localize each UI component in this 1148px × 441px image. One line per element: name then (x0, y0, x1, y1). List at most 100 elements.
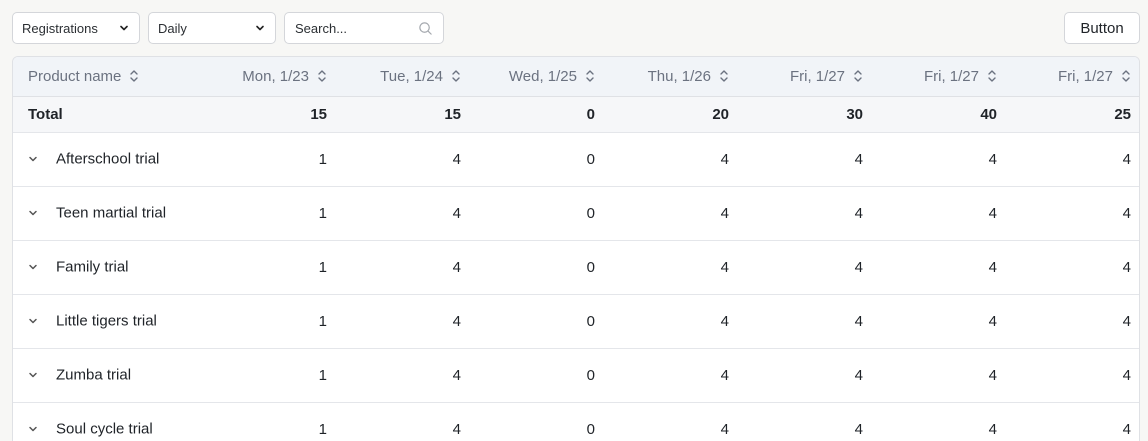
expand-row-button[interactable] (28, 263, 46, 271)
value-cell: 4 (873, 186, 1007, 241)
chevron-down-icon (29, 373, 37, 378)
search-icon[interactable] (418, 21, 433, 36)
value-cell: 4 (1007, 402, 1139, 441)
value-cell: 4 (739, 132, 873, 187)
product-name-cell: Soul cycle trial (13, 402, 203, 441)
value-cell: 1 (203, 186, 337, 241)
value-cell: 0 (471, 402, 605, 441)
value-cell: 4 (873, 348, 1007, 403)
value-cell: 4 (605, 402, 739, 441)
sort-icon (586, 70, 594, 82)
value-cell: 1 (203, 402, 337, 441)
product-name: Afterschool trial (56, 150, 160, 168)
chevron-down-icon (256, 25, 264, 31)
metric-select-value: Registrations (22, 20, 98, 36)
value-cell: 0 (471, 186, 605, 241)
value-cell: 0 (471, 240, 605, 295)
table-row[interactable]: Family trial 1 4 0 4 4 4 4 (13, 240, 1139, 295)
toolbar: Registrations Daily Button (12, 12, 1140, 44)
value-cell: 1 (203, 348, 337, 403)
product-name: Family trial (56, 258, 129, 276)
value-cell: 4 (739, 294, 873, 349)
sort-icon (130, 70, 139, 82)
value-cell: 4 (873, 132, 1007, 187)
total-value: 15 (203, 96, 337, 133)
metric-select[interactable]: Registrations (12, 12, 140, 44)
column-header-day[interactable]: Fri, 1/27 (1007, 57, 1139, 97)
column-header-label: Thu, 1/26 (647, 67, 711, 85)
value-cell: 1 (203, 132, 337, 187)
value-cell: 4 (1007, 348, 1139, 403)
column-header-label: Fri, 1/27 (789, 67, 845, 85)
column-header-label: Fri, 1/27 (923, 67, 979, 85)
sort-icon (854, 70, 862, 82)
column-header-label: Fri, 1/27 (1057, 67, 1113, 85)
value-cell: 4 (337, 294, 471, 349)
data-table: Product name Mon, 1/23 Tue, 1/24 Wed, 1/25… (12, 56, 1140, 441)
table-row[interactable]: Afterschool trial 1 4 0 4 4 4 4 (13, 132, 1139, 187)
column-header-day[interactable]: Wed, 1/25 (471, 57, 605, 97)
product-name: Teen martial trial (56, 204, 167, 222)
sort-icon (452, 70, 460, 82)
expand-row-button[interactable] (28, 371, 46, 379)
table-row[interactable]: Zumba trial 1 4 0 4 4 4 4 (13, 348, 1139, 403)
total-value: 20 (605, 96, 739, 133)
value-cell: 4 (1007, 186, 1139, 241)
value-cell: 1 (203, 240, 337, 295)
total-value: 40 (873, 96, 1007, 133)
value-cell: 4 (337, 186, 471, 241)
product-name: Zumba trial (56, 366, 132, 384)
product-name-cell: Zumba trial (13, 348, 203, 403)
product-name-cell: Family trial (13, 240, 203, 295)
table-row[interactable]: Teen martial trial 1 4 0 4 4 4 4 (13, 186, 1139, 241)
total-value: 0 (471, 96, 605, 133)
value-cell: 4 (337, 240, 471, 295)
expand-row-button[interactable] (28, 425, 46, 433)
column-header-label: Tue, 1/24 (380, 67, 443, 85)
value-cell: 4 (739, 186, 873, 241)
table-row[interactable]: Soul cycle trial 1 4 0 4 4 4 4 (13, 402, 1139, 441)
value-cell: 4 (873, 240, 1007, 295)
value-cell: 4 (1007, 294, 1139, 349)
column-header-product-name[interactable]: Product name (13, 57, 203, 97)
value-cell: 4 (605, 348, 739, 403)
table-row[interactable]: Little tigers trial 1 4 0 4 4 4 4 (13, 294, 1139, 349)
value-cell: 4 (873, 402, 1007, 441)
chevron-down-icon (29, 211, 37, 216)
search-box (284, 12, 444, 44)
chevron-down-icon (29, 265, 37, 270)
column-header-day[interactable]: Fri, 1/27 (873, 57, 1007, 97)
value-cell: 4 (739, 240, 873, 295)
value-cell: 4 (873, 294, 1007, 349)
product-name-cell: Afterschool trial (13, 132, 203, 187)
expand-row-button[interactable] (28, 317, 46, 325)
total-row: Total 15 15 0 20 30 40 25 (13, 96, 1139, 133)
value-cell: 4 (605, 294, 739, 349)
value-cell: 4 (739, 402, 873, 441)
chevron-down-icon (29, 427, 37, 432)
product-name-cell: Little tigers trial (13, 294, 203, 349)
search-input[interactable] (295, 20, 418, 36)
value-cell: 0 (471, 294, 605, 349)
column-header-day[interactable]: Fri, 1/27 (739, 57, 873, 97)
sort-icon (988, 70, 996, 82)
sort-icon (1122, 70, 1130, 82)
expand-row-button[interactable] (28, 209, 46, 217)
chevron-down-icon (29, 319, 37, 324)
chevron-down-icon (29, 157, 37, 162)
value-cell: 4 (605, 240, 739, 295)
product-name: Soul cycle trial (56, 420, 153, 438)
total-value: 15 (337, 96, 471, 133)
column-header-day[interactable]: Mon, 1/23 (203, 57, 337, 97)
column-header-label: Mon, 1/23 (242, 67, 309, 85)
expand-row-button[interactable] (28, 155, 46, 163)
value-cell: 0 (471, 348, 605, 403)
column-header-label: Wed, 1/25 (508, 67, 577, 85)
column-header-day[interactable]: Tue, 1/24 (337, 57, 471, 97)
action-button[interactable]: Button (1064, 12, 1140, 44)
column-header-day[interactable]: Thu, 1/26 (605, 57, 739, 97)
value-cell: 4 (337, 348, 471, 403)
sort-icon (318, 70, 326, 82)
period-select[interactable]: Daily (148, 12, 276, 44)
sort-icon (720, 70, 728, 82)
